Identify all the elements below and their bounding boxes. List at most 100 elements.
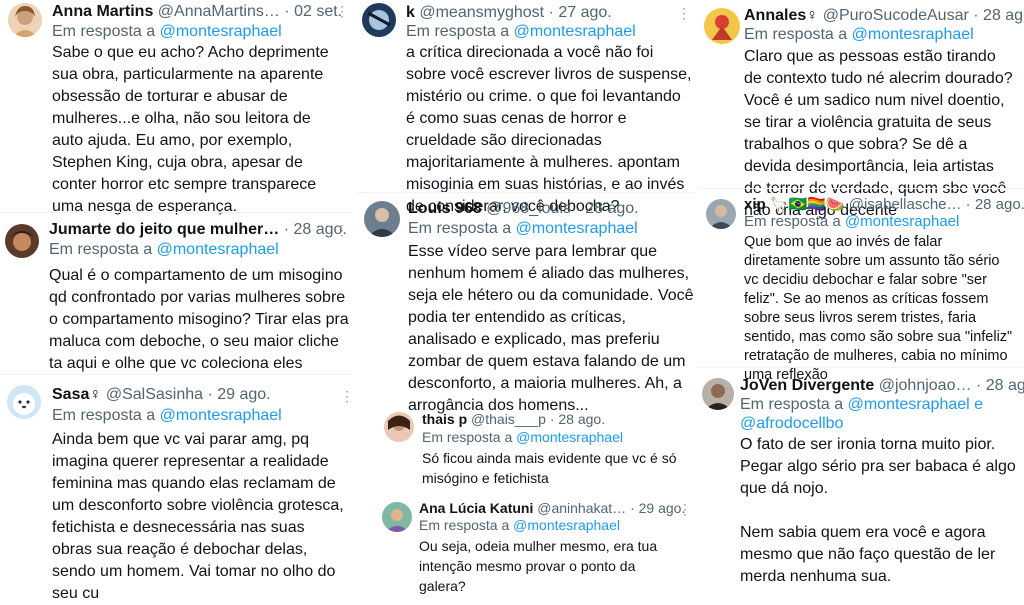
reply-prefix: Em resposta a — [419, 517, 510, 533]
mention-link[interactable]: @afrodocellbo — [740, 415, 843, 432]
avatar[interactable] — [382, 502, 412, 532]
display-name[interactable]: Ana Lúcia Katuni — [419, 500, 533, 516]
reply-context-line2: @afrodocellbo — [740, 414, 843, 434]
tweet-date[interactable]: · 28 ago. — [550, 411, 605, 427]
avatar-image — [362, 3, 396, 37]
tweet-header: Louis 968 @968_louis · 28 ago. — [408, 199, 639, 219]
reply-prefix: Em resposta a — [52, 23, 156, 40]
tweet-anna-martins[interactable]: Anna Martins @AnnaMartins… · 02 set. ⋮ E… — [0, 0, 352, 215]
user-handle[interactable]: @aninhakat… — [537, 500, 626, 516]
tweet-header: Sasa♀ @SalSasinha · 29 ago. — [52, 385, 271, 405]
tweet-text: Esse vídeo serve para lembrar que nenhum… — [408, 243, 694, 414]
mention-link[interactable]: @montesraphael — [514, 23, 636, 40]
avatar[interactable] — [364, 201, 400, 237]
tweet-date[interactable]: · 02 set. — [284, 3, 342, 20]
tweet-sasa[interactable]: Sasa♀ @SalSasinha · 29 ago. ⋮ Em respost… — [0, 375, 354, 602]
reply-prefix: Em resposta a — [740, 396, 844, 413]
avatar-image — [702, 378, 734, 410]
tweet-xip[interactable]: xip 🦙🇧🇷🏳️‍🌈🍉 @isabellasche… · 28 ago. Em… — [698, 189, 1024, 383]
user-handle[interactable]: @PuroSucodeAusar — [823, 7, 969, 24]
more-horizontal-icon[interactable]: ⋮ — [677, 6, 691, 20]
tweet-thais[interactable]: thais p @thais___p · 28 ago. Em resposta… — [356, 404, 694, 492]
tweet-text: Ou seja, odeia mulher mesmo, era tua int… — [419, 538, 658, 594]
user-handle[interactable]: @johnjoao… — [879, 377, 972, 394]
user-handle[interactable]: @968_louis — [486, 200, 571, 217]
display-name[interactable]: JoVen Divergente — [740, 377, 874, 394]
tweet-text: Que bom que ao invés de falar diretament… — [744, 234, 1013, 383]
avatar[interactable] — [704, 8, 740, 44]
reply-prefix: Em resposta a — [744, 26, 848, 43]
tweet-annales[interactable]: Annales♀ @PuroSucodeAusar · 28 ago. Em r… — [698, 0, 1024, 219]
reply-prefix: Em resposta a — [49, 241, 153, 258]
display-name[interactable]: thais p — [422, 411, 467, 427]
tweet-header: JoVen Divergente @johnjoao… · 28 ago. — [740, 376, 1024, 396]
reply-context: Em resposta a @montesraphael — [408, 219, 638, 239]
mention-link[interactable]: @montesraphael — [516, 429, 623, 445]
display-name[interactable]: Louis 968 — [408, 200, 482, 217]
mention-link[interactable]: @montesraphael — [848, 396, 970, 413]
tweet-header: Jumarte do jeito que mulher… · 28 ago. — [49, 220, 347, 240]
avatar[interactable] — [384, 412, 414, 442]
more-horizontal-icon[interactable]: ⋮ — [335, 223, 349, 237]
more-horizontal-icon[interactable]: ⋮ — [678, 502, 692, 516]
tweet-date[interactable]: · 28 ago. — [966, 196, 1024, 213]
mention-link[interactable]: @montesraphael — [516, 220, 638, 237]
reply-prefix: Em resposta a — [406, 23, 510, 40]
mention-link[interactable]: @montesraphael — [513, 517, 620, 533]
tweet-date[interactable]: · 28 ago. — [976, 377, 1024, 394]
reply-context: Em resposta a @montesraphael — [52, 22, 282, 42]
display-name[interactable]: xip 🦙🇧🇷🏳️‍🌈🍉 — [744, 196, 845, 213]
tweet-date[interactable]: · 29 ago. — [207, 386, 270, 403]
display-name[interactable]: Annales♀ — [744, 7, 818, 24]
avatar[interactable] — [702, 378, 734, 410]
more-horizontal-icon[interactable]: ⋮ — [340, 389, 354, 403]
more-horizontal-icon[interactable]: ⋮ — [335, 4, 349, 18]
display-name[interactable]: Sasa♀ — [52, 386, 101, 403]
tweet-text: Ainda bem que vc vai parar amg, pq imagi… — [52, 431, 344, 602]
tweet-jumarte[interactable]: Jumarte do jeito que mulher… · 28 ago. ⋮… — [0, 213, 352, 373]
tweet-k[interactable]: k @meansmyghost · 27 ago. ⋮ Em resposta … — [356, 0, 694, 215]
mention-conjunction: e — [974, 396, 984, 413]
display-name[interactable]: k — [406, 4, 415, 21]
reply-context: Em resposta a @montesraphael e — [740, 395, 983, 415]
avatar-image — [704, 8, 740, 44]
user-handle[interactable]: @SalSasinha — [106, 386, 203, 403]
user-handle[interactable]: @isabellasche… — [849, 196, 962, 213]
tweet-header: thais p @thais___p · 28 ago. — [422, 410, 605, 428]
tweet-date[interactable]: · 27 ago. — [549, 4, 612, 21]
avatar[interactable] — [706, 199, 736, 229]
user-handle[interactable]: @AnnaMartins… — [158, 3, 280, 20]
mention-link[interactable]: @montesraphael — [160, 23, 282, 40]
avatar[interactable] — [362, 3, 396, 37]
avatar-image — [382, 502, 412, 532]
user-handle[interactable]: @meansmyghost — [419, 4, 544, 21]
tweet-louis[interactable]: Louis 968 @968_louis · 28 ago. Em respos… — [356, 193, 696, 414]
mention-link[interactable]: @montesraphael — [852, 26, 974, 43]
reply-context: Em resposta a @montesraphael — [744, 212, 959, 232]
reply-prefix: Em resposta a — [52, 407, 156, 424]
display-name[interactable]: Jumarte do jeito que mulher… — [49, 221, 279, 238]
tweet-header: k @meansmyghost · 27 ago. — [406, 3, 612, 23]
tweet-header: Anna Martins @AnnaMartins… · 02 set. — [52, 2, 342, 22]
reply-context: Em resposta a @montesraphael — [406, 22, 636, 42]
tweet-text: Qual é o compartamento de um misogino qd… — [49, 267, 349, 372]
avatar-image — [7, 385, 41, 419]
tweet-date[interactable]: · 28 ago. — [973, 7, 1024, 24]
mention-link[interactable]: @montesraphael — [845, 213, 959, 230]
tweet-ana-lucia[interactable]: Ana Lúcia Katuni @aninhakat… · 29 ago. ⋮… — [356, 492, 694, 594]
avatar-image — [5, 224, 39, 258]
display-name[interactable]: Anna Martins — [52, 3, 153, 20]
avatar[interactable] — [8, 3, 42, 37]
tweet-text: Só ficou ainda mais evidente que vc é só… — [422, 450, 677, 486]
mention-link[interactable]: @montesraphael — [160, 407, 282, 424]
tweet-text: O fato de ser ironia torna muito pior. P… — [740, 436, 1016, 585]
avatar[interactable] — [5, 224, 39, 258]
tweet-header: Ana Lúcia Katuni @aninhakat… · 29 ago. — [419, 499, 685, 517]
user-handle[interactable]: @thais___p — [471, 411, 546, 427]
tweet-joven[interactable]: JoVen Divergente @johnjoao… · 28 ago. Em… — [698, 368, 1024, 585]
reply-context: Em resposta a @montesraphael — [52, 406, 282, 426]
mention-link[interactable]: @montesraphael — [157, 241, 279, 258]
tweet-date[interactable]: · 28 ago. — [575, 200, 638, 217]
reply-prefix: Em resposta a — [408, 220, 512, 237]
avatar[interactable] — [7, 385, 41, 419]
